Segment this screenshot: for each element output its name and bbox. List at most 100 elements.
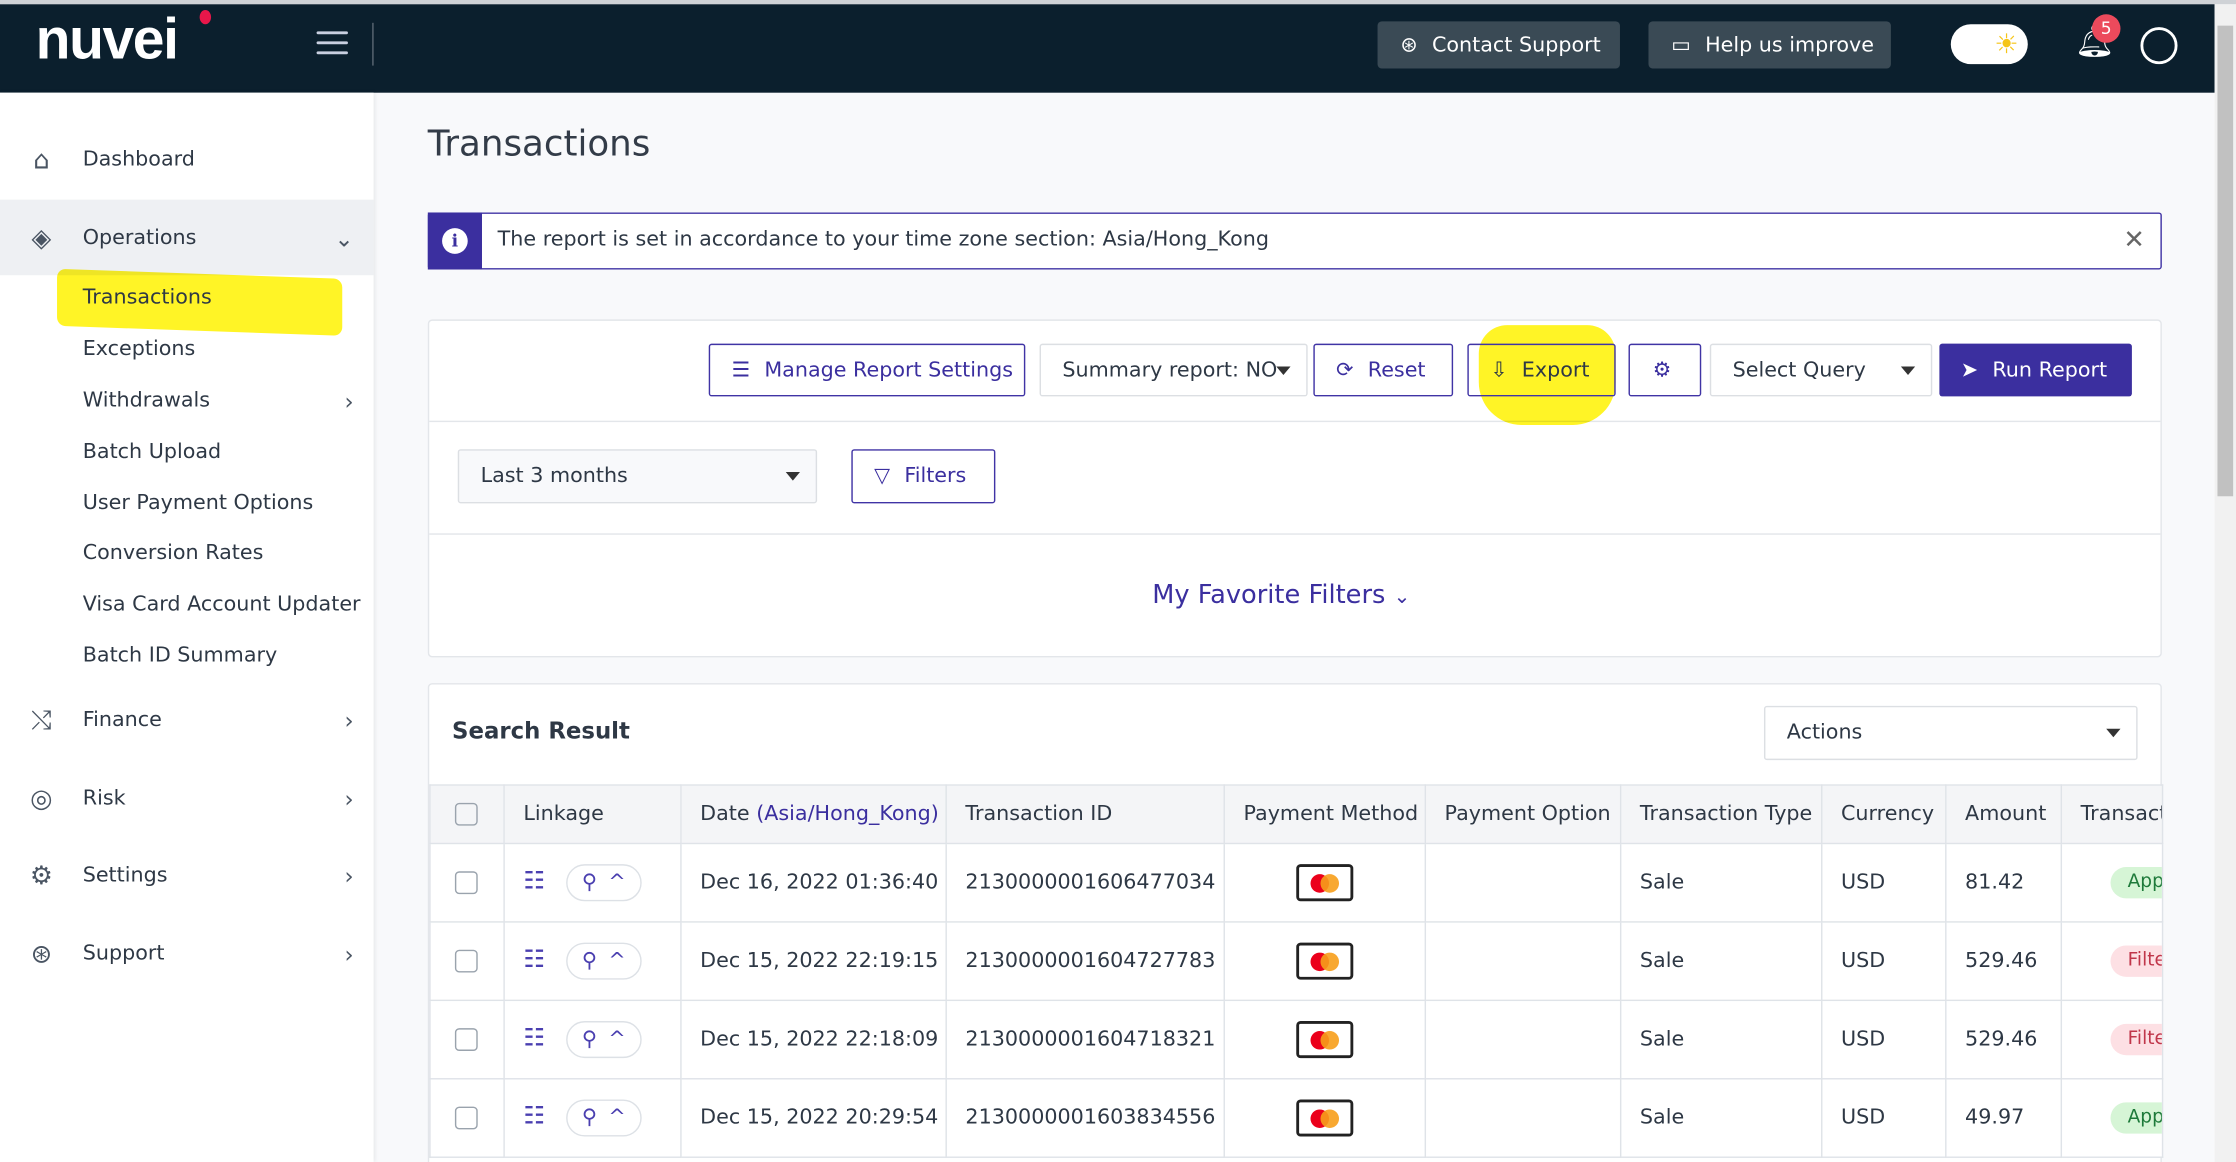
favorites-label: My Favorite Filters	[1152, 580, 1386, 611]
mastercard-icon	[1296, 1099, 1354, 1137]
table-row[interactable]: ☷ ⚲ ^ Dec 15, 2022 22:19:15 21300000016047…	[429, 921, 2164, 1002]
summary-report-dropdown[interactable]: Summary report: NO	[1039, 343, 1308, 397]
chevron-up-icon: ^	[608, 871, 626, 895]
scrollbar-thumb[interactable]	[2217, 25, 2234, 497]
reset-button[interactable]: ⟳ Reset	[1313, 343, 1454, 397]
sidebar-item-support[interactable]: ⊛ Support ›	[0, 928, 374, 979]
date-cell: Dec 15, 2022 22:18:09	[680, 999, 947, 1080]
date-range-dropdown[interactable]: Last 3 months	[457, 449, 818, 504]
linkage-tree-icon[interactable]: ☷	[523, 945, 566, 974]
col-transaction-status[interactable]: Transact	[2060, 784, 2164, 845]
caret-down-icon	[2106, 728, 2121, 738]
transaction-id-cell[interactable]: 2130000001606477034	[945, 842, 1225, 923]
transaction-id-cell[interactable]: 2130000001604727783	[945, 921, 1225, 1002]
timezone-link[interactable]: (Asia/Hong_Kong)	[756, 803, 939, 826]
help-improve-label: Help us improve	[1705, 33, 1874, 57]
select-query-dropdown[interactable]: Select Query	[1709, 343, 1933, 397]
table-header-row: Linkage Date (Asia/Hong_Kong) Transactio…	[429, 784, 2164, 845]
nuvei-logo[interactable]: nuvei	[36, 9, 179, 73]
run-report-button[interactable]: ➤ Run Report	[1939, 343, 2132, 397]
col-amount[interactable]: Amount	[1945, 784, 2063, 845]
col-currency[interactable]: Currency	[1821, 784, 1947, 845]
linkage-tree-icon[interactable]: ☷	[523, 867, 566, 896]
row-checkbox[interactable]	[429, 1078, 505, 1158]
sidebar-item-transactions[interactable]: Transactions	[0, 272, 374, 323]
linkage-expand-button[interactable]: ⚲ ^	[566, 1099, 642, 1137]
sidebar-item-batch-id-summary[interactable]: Batch ID Summary	[0, 630, 374, 681]
sidebar-item-batch-upload[interactable]: Batch Upload	[0, 426, 374, 477]
export-button[interactable]: ⇩ Export	[1467, 343, 1616, 397]
refresh-icon: ⟳	[1336, 358, 1354, 382]
col-payment-option[interactable]: Payment Option	[1424, 784, 1622, 845]
contact-support-button[interactable]: ⊛ Contact Support	[1377, 21, 1620, 69]
payment-method-cell	[1223, 999, 1427, 1080]
sidebar-item-settings[interactable]: ⚙ Settings ›	[0, 850, 374, 901]
chevron-right-icon: ›	[344, 940, 354, 968]
button-label: Run Report	[1992, 358, 2108, 382]
payment-option-cell	[1424, 1078, 1622, 1158]
close-icon[interactable]: ✕	[2123, 225, 2145, 255]
linkage-cell: ☷ ⚲ ^	[503, 921, 682, 1002]
settings-gear-button[interactable]: ⚙	[1628, 343, 1702, 397]
sidebar-item-visa-card-account-updater[interactable]: Visa Card Account Updater	[0, 579, 374, 630]
sidebar-label: Batch Upload	[82, 440, 222, 464]
my-favorite-filters-toggle[interactable]: My Favorite Filters ⌄	[1152, 580, 1410, 610]
sidebar-item-risk[interactable]: ◎ Risk ›	[0, 773, 374, 824]
col-transaction-type[interactable]: Transaction Type	[1619, 784, 1823, 845]
chevron-up-icon: ^	[608, 949, 626, 973]
sidebar-label: Settings	[82, 864, 168, 887]
hamburger-menu-icon[interactable]	[316, 31, 348, 55]
sun-icon: ☀	[1994, 28, 2019, 60]
payment-method-cell	[1223, 1078, 1427, 1158]
table-row[interactable]: ☷ ⚲ ^ Dec 16, 2022 01:36:40 21300000016064…	[429, 842, 2164, 923]
user-avatar-icon[interactable]	[2140, 27, 2178, 65]
table-row[interactable]: ☷ ⚲ ^ Dec 15, 2022 20:29:54 21300000016038…	[429, 1078, 2164, 1158]
sidebar-item-conversion-rates[interactable]: Conversion Rates	[0, 528, 374, 579]
actions-dropdown[interactable]: Actions	[1763, 705, 2138, 761]
manage-report-settings-button[interactable]: ☰ Manage Report Settings	[708, 343, 1026, 397]
caret-down-icon	[1276, 366, 1291, 376]
sidebar-label: Support	[82, 942, 165, 966]
status-badge: App	[2110, 867, 2162, 899]
linkage-expand-button[interactable]: ⚲ ^	[566, 942, 642, 980]
linkage-cell: ☷ ⚲ ^	[503, 842, 682, 923]
info-banner-text: The report is set in accordance to your …	[497, 228, 1269, 251]
amount-cell: 529.46	[1945, 921, 2063, 1002]
row-checkbox[interactable]	[429, 842, 505, 923]
chevron-right-icon: ›	[344, 785, 354, 813]
linkage-expand-button[interactable]: ⚲ ^	[566, 1021, 642, 1059]
linkage-expand-button[interactable]: ⚲ ^	[566, 864, 642, 902]
sidebar-item-dashboard[interactable]: ⌂ Dashboard	[0, 134, 374, 185]
transaction-type-cell: Sale	[1619, 921, 1823, 1002]
currency-cell: USD	[1821, 999, 1947, 1080]
linkage-tree-icon[interactable]: ☷	[523, 1024, 566, 1053]
linkage-tree-icon[interactable]: ☷	[523, 1102, 566, 1131]
col-transaction-id[interactable]: Transaction ID	[945, 784, 1225, 845]
sidebar-item-withdrawals[interactable]: Withdrawals ›	[0, 375, 374, 426]
sidebar-item-user-payment-options[interactable]: User Payment Options	[0, 478, 374, 529]
col-linkage[interactable]: Linkage	[503, 784, 682, 845]
sidebar-item-exceptions[interactable]: Exceptions	[0, 324, 374, 375]
payment-option-cell	[1424, 921, 1622, 1002]
transaction-type-cell: Sale	[1619, 842, 1823, 923]
page-title: Transactions	[427, 122, 651, 164]
help-improve-button[interactable]: ▭ Help us improve	[1648, 21, 1891, 69]
col-date[interactable]: Date (Asia/Hong_Kong)	[680, 784, 947, 845]
filters-button[interactable]: ▽ Filters	[851, 449, 996, 504]
col-payment-method[interactable]: Payment Method	[1223, 784, 1427, 845]
sidebar-label: Withdrawals	[82, 389, 211, 413]
button-label: Summary report: NO	[1062, 358, 1278, 382]
sidebar-item-finance[interactable]: ⤭ Finance ›	[0, 694, 374, 745]
sidebar-label: Batch ID Summary	[82, 644, 278, 668]
transaction-id-cell[interactable]: 2130000001604718321	[945, 999, 1225, 1080]
sidebar-label: Finance	[82, 708, 162, 732]
sidebar-item-operations[interactable]: ◈ Operations ⌄	[0, 212, 374, 263]
home-icon: ⌂	[33, 144, 50, 175]
table-row[interactable]: ☷ ⚲ ^ Dec 15, 2022 22:18:09 21300000016047…	[429, 999, 2164, 1080]
row-checkbox[interactable]	[429, 999, 505, 1080]
payment-option-cell	[1424, 999, 1622, 1080]
select-all-checkbox[interactable]	[429, 784, 505, 845]
sidebar-label: User Payment Options	[82, 491, 314, 515]
row-checkbox[interactable]	[429, 921, 505, 1002]
transaction-id-cell[interactable]: 2130000001603834556	[945, 1078, 1225, 1158]
